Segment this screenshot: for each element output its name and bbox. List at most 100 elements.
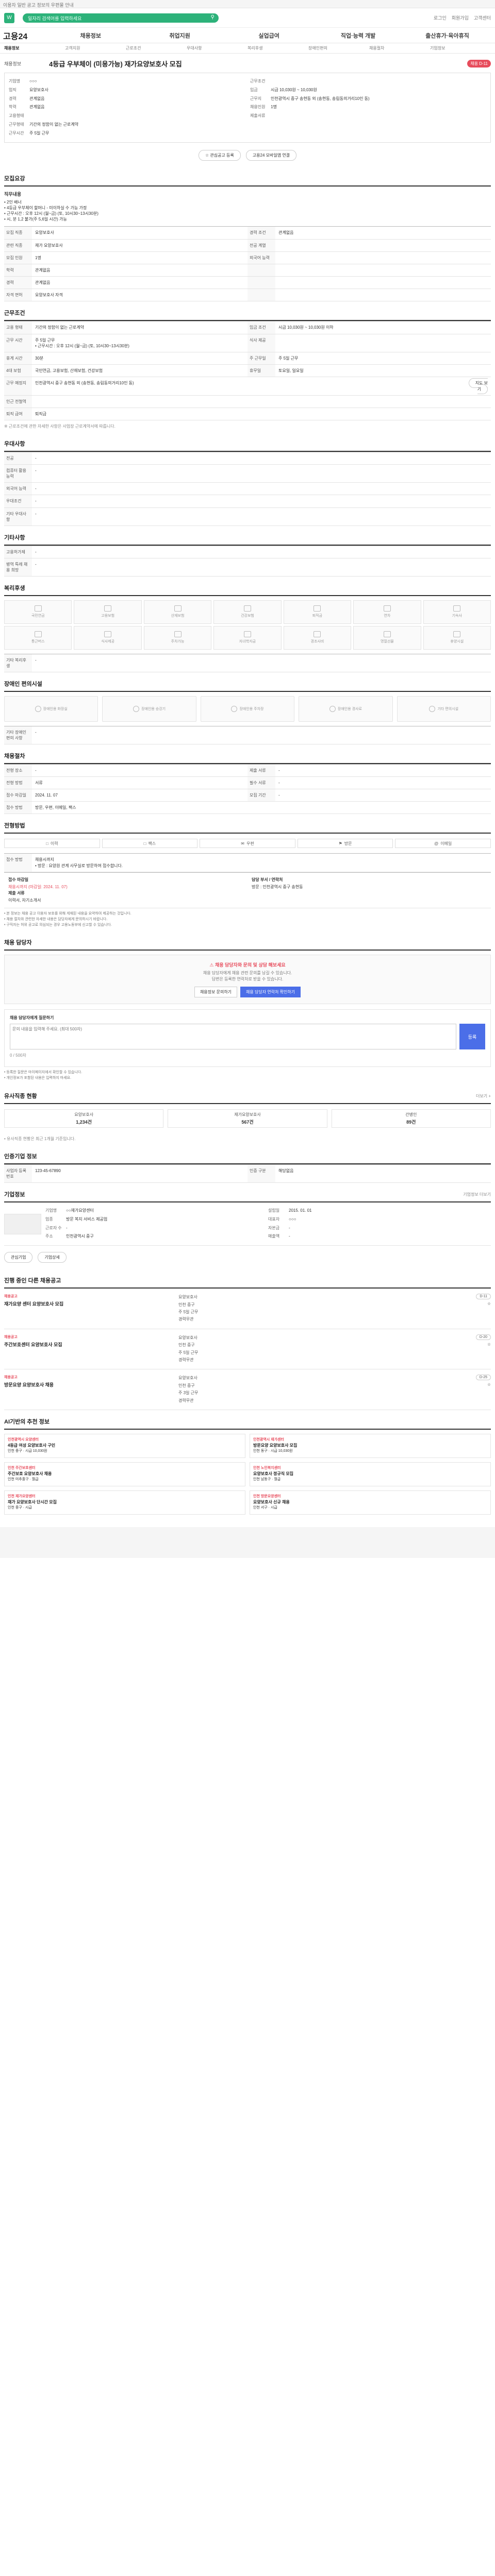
table-row: 모집 인원 1명 외국어 능력 (4, 251, 491, 264)
job-card[interactable]: 채용공고 주간보호센터 요양보호사 모집 요양보호사 인천 중구 주 5일 근무 경력무… (4, 1329, 491, 1370)
email-icon: @ (434, 841, 439, 846)
facility-item: 기타 편의시설 (397, 696, 491, 722)
section-title: 복리후생 (4, 584, 491, 596)
bookmark-icon[interactable]: ☆ (487, 1382, 491, 1387)
disabled-etc-table: 기타 장애인편의 사항 - (4, 725, 491, 744)
search-icon[interactable]: ⚲ (211, 14, 214, 20)
apply-detail: 접수 마감일 채용시까지 (마감일: 2024. 11. 07) 제출 서류 이력서,… (4, 872, 491, 908)
recommend-card[interactable]: 인천 재가요양센터 재가 요양보호사 단시간 모집 인천 중구 · 시급 (4, 1490, 245, 1515)
job-titlebar: 채용정보 4등급 우부체이 (미용가능) 재가요양보호사 모집 채용 D-11 (4, 54, 491, 72)
tab-pref[interactable]: 우대사항 (187, 45, 248, 51)
nav-item-benefit[interactable]: 실업급여 (224, 31, 314, 40)
fav-company-button[interactable]: 관심기업 (4, 1252, 33, 1263)
welfare-icon (453, 631, 461, 638)
qa-input[interactable] (10, 1024, 456, 1050)
method-item: □ 이력 (4, 839, 100, 849)
site-logo[interactable]: W (4, 12, 14, 23)
site-header: W 일자리 검색어를 입력하세요 ⚲ 로그인 회원가입 고객센터 (0, 8, 495, 28)
summary-row: 근무지 인천광역시 중구 송현동 외 (송현동, 송림동의거리10인 동) (250, 96, 370, 101)
search-bar[interactable]: 일자리 검색어를 입력하세요 ⚲ (23, 13, 219, 23)
tab-process[interactable]: 채용절차 (369, 45, 430, 51)
duty-title: 직무내용 (4, 191, 22, 197)
welfare-item: 기숙사 (423, 600, 491, 624)
tab-conditions[interactable]: 근로조건 (126, 45, 187, 51)
similar-box[interactable]: 재가요양보호사 567건 (168, 1109, 327, 1128)
contact-button[interactable]: 채용 담당자 연락처 확인하기 (240, 987, 301, 998)
map-button[interactable]: 지도 보기 (468, 378, 488, 394)
job-category: 채용정보 (4, 61, 22, 66)
summary-actions: ☆ 관심공고 등록 고용24 모바일앱 연결 (4, 144, 491, 167)
nav-item-leave[interactable]: 출산휴가·육아휴직 (403, 31, 492, 40)
welfare-icon (34, 605, 42, 612)
welfare-item: 연차 (353, 600, 421, 624)
apply-deadline: 접수 마감일 채용시까지 (마감일: 2024. 11. 07) 제출 서류 이력서,… (8, 877, 68, 903)
bookmark-button[interactable]: ☆ 관심공고 등록 (198, 149, 241, 161)
nav-item-training[interactable]: 직업·능력 개발 (314, 31, 403, 40)
signup-link[interactable]: 회원가입 (452, 14, 469, 21)
table-row: 퇴직 급여 퇴직금 (4, 408, 491, 420)
tab-company[interactable]: 기업정보 (430, 45, 491, 51)
qa-box: 채용 담당자에게 질문하기 등록 0 / 500자 (4, 1009, 491, 1067)
deadline-tag: D-20 (475, 1334, 491, 1340)
recommend-card[interactable]: 인천 노인복지센터 요양보호사 정규직 모집 인천 남동구 · 월급 (250, 1462, 491, 1486)
qa-submit-button[interactable]: 등록 (459, 1024, 485, 1050)
welfare-item: 퇴직금 (283, 600, 352, 624)
similar-box[interactable]: 요양보호사 1,234건 (4, 1109, 164, 1128)
company-detail-button[interactable]: 기업상세 (38, 1252, 67, 1263)
company-info: 기업명 ○○재가요양센터 설립일 2015. 01. 01 업종 방문 복지 서비스 제… (45, 1208, 312, 1239)
welfare-icon (383, 605, 391, 612)
welfare-item: 고용보험 (74, 600, 142, 624)
section-title: 우대사항 (4, 439, 491, 452)
table-row: 접수 마감일 2024. 11. 07 모집 기간 - (4, 789, 491, 802)
facility-icon (429, 705, 436, 712)
similar-box[interactable]: 간병인 89건 (331, 1109, 491, 1128)
more-link[interactable]: 더보기 + (476, 1093, 491, 1099)
recommend-card[interactable]: 인천 방문요양센터 요양보호사 신규 채용 인천 서구 · 시급 (250, 1490, 491, 1515)
table-row: 전형 장소 - 제출 서류 - (4, 764, 491, 777)
facility-icon (329, 705, 336, 712)
recommend-card[interactable]: 인천 주간보호센터 주간보호 요양보호사 채용 인천 미추홀구 · 월급 (4, 1462, 245, 1486)
welfare-icon (383, 631, 391, 638)
nav-item-support[interactable]: 취업지원 (135, 31, 224, 40)
job-card[interactable]: 채용공고 방문요양 요양보호사 채용 요양보호사 인천 중구 주 3일 근무 경력무관 … (4, 1369, 491, 1410)
job-card[interactable]: 채용공고 재가요양 센터 요양보호사 모집 요양보호사 인천 중구 주 5일 근무 경력… (4, 1289, 491, 1329)
table-row: 관련 직종 재가 요양보호사 전공 계열 (4, 239, 491, 252)
section-title: AI기반의 추천 정보 (4, 1417, 491, 1430)
brand-name[interactable]: 고용24 (3, 29, 27, 42)
mail-icon: ✉ (241, 841, 244, 846)
tab-disabled[interactable]: 장애인편의 (308, 45, 369, 51)
welfare-item: 국민연금 (4, 600, 72, 624)
table-row: 전공 - (4, 452, 491, 465)
site-footer (0, 1527, 495, 1558)
tab-welfare[interactable]: 복리후생 (248, 45, 308, 51)
login-link[interactable]: 로그인 (434, 14, 447, 21)
inquiry-button[interactable]: 채용정보 문의하기 (194, 987, 238, 998)
mobile-app-button[interactable]: 고용24 모바일앱 연결 (245, 149, 297, 161)
support-link[interactable]: 고객센터 (474, 14, 491, 21)
section-cert: 인증기업 정보 사업자 등록번호 123-45-67890 인증 구분 해당없음 (4, 1145, 491, 1183)
section-pref: 우대사항 전공 - 컴퓨터 활용 능력 - 외국어 능력 - 우대조건 - 기타 우대사… (4, 432, 491, 526)
nav-item-jobs[interactable]: 채용정보 (46, 31, 135, 40)
section-title: 기타사항 (4, 533, 491, 546)
similar-boxes: 요양보호사 1,234건 재가요양보호사 567건 간병인 89건 (4, 1104, 491, 1133)
table-row: 근무 예정지 인천광역시 중구 송현동 외 (송현동, 송림동의거리10인 동) 지… (4, 377, 491, 396)
job-title: 4등급 우부체이 (미용가능) 재가요양보호사 모집 (49, 60, 182, 68)
welfare-item: 휴양시설 (423, 625, 491, 650)
consult-box: ⚠ 채용 담당자와 문의 및 상담 해보세요 채용 담당자에게 채용 관련 문의… (4, 955, 491, 1005)
bookmark-icon[interactable]: ☆ (487, 1301, 491, 1306)
welfare-grid: 국민연금 고용보험 산재보험 건강보험 퇴직금 연차 기숙사 통근버스 식사제공… (4, 596, 491, 654)
table-row: 고용허가제 - (4, 546, 491, 558)
recommend-card[interactable]: 인천광역시 재가센터 방문요양 요양보호사 모집 인천 동구 · 시급 10,030… (250, 1433, 491, 1458)
bookmark-icon[interactable]: ☆ (487, 1342, 491, 1347)
section-title: 진행 중인 다른 채용공고 (4, 1276, 491, 1289)
table-row: 외국어 능력 - (4, 483, 491, 496)
header-links: 로그인 회원가입 고객센터 (434, 14, 491, 21)
summary-row: 고용형태 (9, 113, 24, 118)
table-row: 근무 시간 주 5일 근무 • 근무시간 : 오후 12시 (월~금) (토, 1… (4, 334, 491, 353)
recommend-card[interactable]: 인천광역시 요양센터 4등급 여성 요양보호사 구인 인천 중구 · 시급 10,0… (4, 1433, 245, 1458)
method-item: ✉ 우편 (200, 839, 295, 849)
tab-recruit[interactable]: 채용정보 (4, 45, 65, 51)
tab-support[interactable]: 고객지원 (65, 45, 126, 51)
company-more-link[interactable]: 기업정보 더보기 (463, 1192, 491, 1197)
process-table: 전형 장소 - 제출 서류 - 전형 방법 서류 필수 서류 - 접수 마감일 2024. 1… (4, 764, 491, 815)
